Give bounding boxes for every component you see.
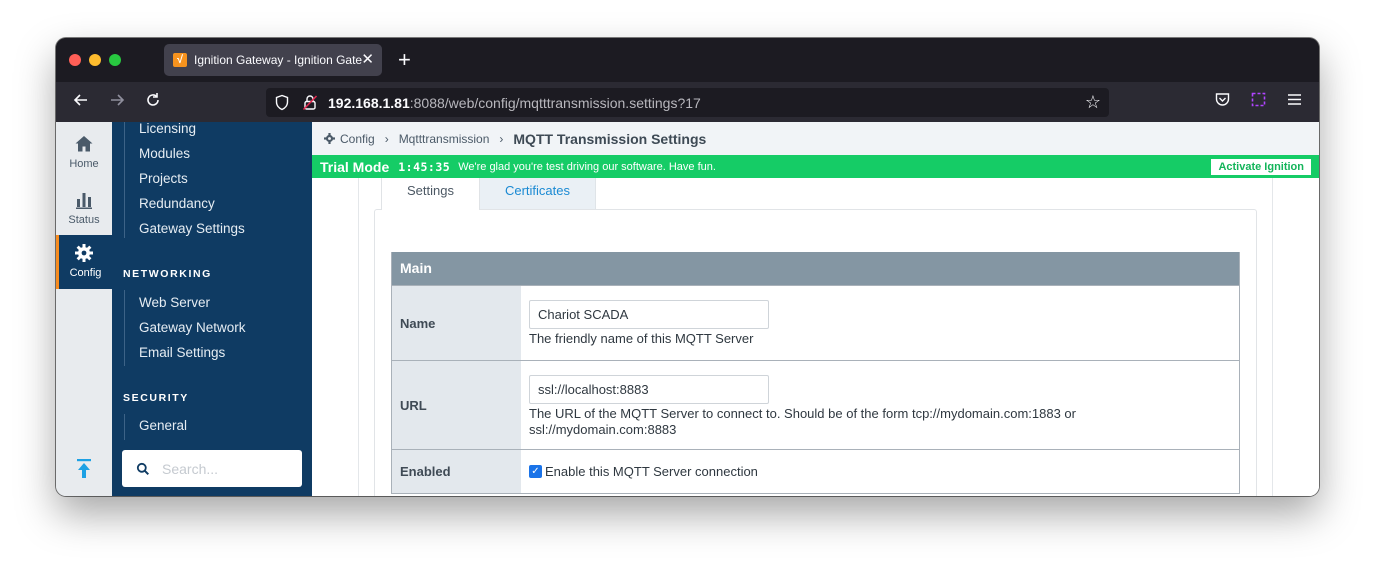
breadcrumb-mqtttransmission[interactable]: Mqtttransmission	[399, 132, 490, 146]
enabled-checkbox[interactable]: ✓	[529, 465, 542, 478]
rail-item-status[interactable]: Status	[56, 182, 112, 234]
url-label: URL	[392, 361, 521, 449]
home-icon	[75, 136, 93, 152]
tab-title: Ignition Gateway - Ignition Gateway	[194, 53, 362, 67]
enabled-label: Enabled	[392, 450, 521, 493]
sidebar-search[interactable]	[122, 450, 302, 487]
tracking-shield-icon[interactable]	[274, 94, 290, 111]
config-sidebar: Licensing Modules Projects Redundancy Ga…	[112, 122, 312, 496]
enabled-cell: ✓ Enable this MQTT Server connection	[521, 450, 1239, 493]
name-field[interactable]	[529, 300, 769, 329]
table-row-name: Name The friendly name of this MQTT Serv…	[392, 285, 1239, 360]
ignition-favicon-icon: √	[173, 53, 187, 67]
rail-item-config[interactable]: Config	[56, 235, 112, 289]
pocket-icon[interactable]	[1214, 91, 1231, 113]
back-arrow-icon[interactable]	[72, 91, 90, 113]
new-tab-button[interactable]: +	[398, 47, 411, 73]
security-group-line	[124, 414, 125, 440]
left-rail: Home Status Config	[56, 122, 112, 496]
browser-window: √ Ignition Gateway - Ignition Gateway ✕ …	[56, 38, 1319, 496]
scroll-to-top-icon[interactable]	[74, 458, 94, 480]
tab-strip: √ Ignition Gateway - Ignition Gateway ✕ …	[56, 38, 1319, 82]
settings-content: Settings Certificates Main Name The frie…	[312, 178, 1319, 496]
reload-icon[interactable]	[144, 91, 162, 113]
system-group-line	[124, 122, 125, 238]
enabled-checkbox-label[interactable]: Enable this MQTT Server connection	[545, 464, 758, 479]
tab-close-icon[interactable]: ✕	[361, 50, 374, 68]
url-host: 192.168.1.81	[328, 95, 410, 111]
url-path: :8088/web/config/mqtttransmission.settin…	[409, 95, 701, 111]
forward-arrow-icon[interactable]	[108, 91, 126, 113]
url-field[interactable]	[529, 375, 769, 404]
tab-certificates[interactable]: Certificates	[480, 178, 596, 210]
maximize-window-button[interactable]	[109, 54, 121, 66]
chevron-right-icon: ›	[499, 131, 504, 146]
sidebar-item-redundancy[interactable]: Redundancy	[139, 196, 215, 211]
sidebar-item-general[interactable]: General	[139, 418, 187, 433]
rail-label-status: Status	[68, 214, 100, 226]
trial-mode-label: Trial Mode	[320, 158, 390, 175]
main-content: Config › Mqtttransmission › MQTT Transmi…	[312, 122, 1319, 496]
url-bar[interactable]: 192.168.1.81:8088/web/config/mqtttransmi…	[266, 88, 1109, 117]
sidebar-item-modules[interactable]: Modules	[139, 146, 190, 161]
section-header-main: Main	[392, 252, 1239, 285]
insecure-lock-icon[interactable]	[302, 94, 318, 111]
url-cell: The URL of the MQTT Server to connect to…	[521, 361, 1239, 449]
name-help-text: The friendly name of this MQTT Server	[529, 331, 754, 346]
settings-table: Main Name The friendly name of this MQTT…	[391, 252, 1240, 494]
sidebar-heading-networking: NETWORKING	[123, 268, 212, 280]
navigation-bar: 192.168.1.81:8088/web/config/mqtttransmi…	[56, 82, 1319, 122]
sidebar-item-web-server[interactable]: Web Server	[139, 295, 210, 310]
trial-timer: 1:45:35	[398, 159, 451, 174]
table-row-url: URL The URL of the MQTT Server to connec…	[392, 360, 1239, 449]
page-viewport: Home Status Config Licensing Modules Pro…	[56, 122, 1319, 496]
trial-banner: Trial Mode 1:45:35 We're glad you're tes…	[312, 155, 1319, 178]
url-help-text: The URL of the MQTT Server to connect to…	[529, 406, 1076, 437]
rail-label-config: Config	[69, 267, 102, 279]
name-label: Name	[392, 286, 521, 360]
table-row-enabled: Enabled ✓ Enable this MQTT Server connec…	[392, 449, 1239, 494]
sidebar-heading-security: SECURITY	[123, 392, 189, 404]
sidebar-item-projects[interactable]: Projects	[139, 171, 188, 186]
close-window-button[interactable]	[69, 54, 81, 66]
search-icon	[136, 462, 150, 475]
hamburger-menu-icon[interactable]	[1286, 91, 1303, 113]
rail-label-home: Home	[69, 158, 99, 170]
screenshot-extension-icon[interactable]	[1250, 91, 1267, 113]
page-title: MQTT Transmission Settings	[513, 130, 707, 147]
rail-item-home[interactable]: Home	[56, 126, 112, 178]
tab-settings[interactable]: Settings	[381, 178, 480, 210]
networking-group-line	[124, 290, 125, 366]
minimize-window-button[interactable]	[89, 54, 101, 66]
settings-panel: Main Name The friendly name of this MQTT…	[374, 209, 1257, 496]
bar-chart-icon	[76, 193, 92, 209]
breadcrumb: Config › Mqtttransmission › MQTT Transmi…	[312, 122, 1319, 155]
sidebar-search-input[interactable]	[162, 460, 292, 477]
breadcrumb-config[interactable]: Config	[340, 132, 375, 146]
name-cell: The friendly name of this MQTT Server	[521, 286, 1239, 360]
sidebar-item-email-settings[interactable]: Email Settings	[139, 345, 225, 360]
sidebar-item-gateway-settings[interactable]: Gateway Settings	[139, 221, 245, 236]
bookmark-star-icon[interactable]: ☆	[1085, 92, 1101, 113]
sidebar-item-gateway-network[interactable]: Gateway Network	[139, 320, 246, 335]
url-text[interactable]: 192.168.1.81:8088/web/config/mqtttransmi…	[328, 95, 701, 111]
chevron-right-icon: ›	[384, 131, 389, 146]
sidebar-item-licensing[interactable]: Licensing	[139, 122, 196, 136]
gear-icon	[324, 133, 335, 144]
trial-message: We're glad you're test driving our softw…	[458, 160, 716, 173]
gear-icon	[75, 244, 93, 262]
browser-tab[interactable]: √ Ignition Gateway - Ignition Gateway ✕	[164, 44, 382, 76]
activate-ignition-button[interactable]: Activate Ignition	[1211, 159, 1311, 175]
